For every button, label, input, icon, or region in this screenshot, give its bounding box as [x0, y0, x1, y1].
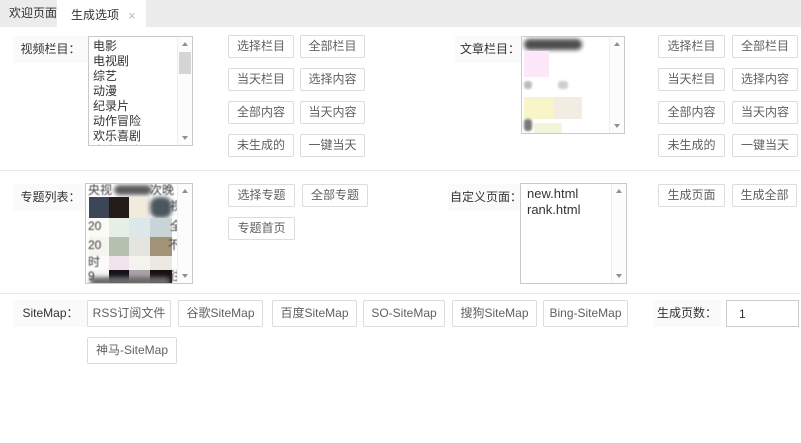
one-click-today-button[interactable]: 一键当天 — [732, 134, 798, 157]
censored-blur — [90, 277, 170, 284]
custom-pages-label: 自定义页面： — [448, 184, 524, 211]
mosaic-tile — [109, 218, 129, 237]
close-tab-icon[interactable]: × — [128, 9, 136, 22]
sitemap-label: SiteMap： — [13, 300, 88, 327]
tab-generate-options[interactable]: 生成选项 × — [57, 0, 146, 30]
mosaic-tile — [150, 197, 172, 218]
so-sitemap-button[interactable]: SO-SiteMap — [363, 300, 445, 327]
scrollbar[interactable] — [609, 37, 624, 133]
generate-page-button[interactable]: 生成页面 — [658, 184, 725, 207]
select-content-button[interactable]: 选择内容 — [732, 68, 798, 91]
ungenerated-button[interactable]: 未生成的 — [658, 134, 725, 157]
shenma-sitemap-button[interactable]: 神马-SiteMap — [87, 337, 177, 364]
select-content-button[interactable]: 选择内容 — [300, 68, 365, 91]
topic-list-label: 专题列表： — [13, 184, 88, 211]
scroll-down-icon[interactable] — [614, 124, 620, 128]
mosaic-tile — [524, 97, 554, 119]
today-content-button[interactable]: 当天内容 — [732, 101, 798, 124]
mosaic-tile — [129, 218, 150, 237]
mosaic-tile — [109, 197, 129, 218]
mosaic-tile — [109, 256, 129, 270]
topic-homepage-button[interactable]: 专题首页 — [228, 217, 295, 240]
mosaic-tile — [109, 237, 129, 256]
scrollbar[interactable] — [611, 184, 626, 283]
censored-text-fragment: 次晚 — [150, 184, 174, 197]
scroll-up-icon[interactable] — [182, 42, 188, 46]
google-sitemap-button[interactable]: 谷歌SiteMap — [178, 300, 263, 327]
generate-all-button[interactable]: 生成全部 — [732, 184, 797, 207]
censored-text-fragment: 时 — [88, 256, 100, 269]
scroll-thumb[interactable] — [179, 52, 191, 74]
rss-feed-button[interactable]: RSS订阅文件 — [87, 300, 171, 327]
tab-bar: 欢迎页面 生成选项 × — [0, 0, 801, 27]
mosaic-tile — [150, 218, 172, 237]
today-columns-button[interactable]: 当天栏目 — [658, 68, 725, 91]
scrollbar[interactable] — [177, 184, 192, 283]
page-count-label: 生成页数： — [653, 300, 721, 327]
scroll-down-icon[interactable] — [616, 274, 622, 278]
mosaic-tile — [534, 123, 562, 133]
video-columns-listbox[interactable]: 电影 电视剧 综艺 动漫 纪录片 动作冒险 欢乐喜剧 青春爱情 — [88, 36, 193, 146]
one-click-today-button[interactable]: 一键当天 — [300, 134, 365, 157]
all-topics-button[interactable]: 全部专题 — [302, 184, 368, 207]
section-divider — [0, 170, 801, 171]
article-columns-label: 文章栏目： — [455, 36, 525, 63]
censored-text-fragment: 9 — [88, 270, 95, 283]
select-columns-button[interactable]: 选择栏目 — [658, 35, 725, 58]
topic-listbox[interactable]: 央视 次晚 视 20 全 20 不， 时 9 往 — [85, 183, 193, 284]
custom-pages-listbox[interactable]: new.html rank.html — [520, 183, 627, 284]
mosaic-tile — [558, 81, 568, 89]
tab-welcome-label: 欢迎页面 — [9, 6, 57, 20]
mosaic-tile — [554, 97, 582, 119]
censored-text-fragment: 20 — [88, 220, 101, 233]
scroll-up-icon[interactable] — [614, 42, 620, 46]
all-columns-button[interactable]: 全部栏目 — [732, 35, 798, 58]
today-columns-button[interactable]: 当天栏目 — [228, 68, 294, 91]
all-columns-button[interactable]: 全部栏目 — [300, 35, 365, 58]
mosaic-tile — [524, 119, 532, 131]
today-content-button[interactable]: 当天内容 — [300, 101, 365, 124]
mosaic-tile — [89, 197, 109, 218]
select-columns-button[interactable]: 选择栏目 — [228, 35, 294, 58]
mosaic-tile — [129, 197, 150, 218]
page-count-input[interactable] — [726, 300, 799, 327]
generate-options-page: 欢迎页面 生成选项 × 视频栏目： 电影 电视剧 综艺 动漫 纪录片 动作冒险 … — [0, 0, 801, 443]
censored-blur — [524, 39, 582, 50]
section-divider — [0, 293, 801, 294]
mosaic-tile — [150, 256, 172, 270]
mosaic-tile — [524, 81, 532, 89]
mosaic-tile — [524, 51, 549, 77]
baidu-sitemap-button[interactable]: 百度SiteMap — [272, 300, 357, 327]
scroll-up-icon[interactable] — [616, 189, 622, 193]
censored-text-fragment: 央视 — [88, 184, 112, 197]
ungenerated-button[interactable]: 未生成的 — [228, 134, 294, 157]
tab-generate-options-label: 生成选项 — [71, 0, 119, 30]
scroll-up-icon[interactable] — [182, 189, 188, 193]
scroll-down-icon[interactable] — [182, 136, 188, 140]
video-columns-label: 视频栏目： — [13, 36, 88, 63]
scrollbar[interactable] — [177, 37, 192, 145]
bing-sitemap-button[interactable]: Bing-SiteMap — [543, 300, 628, 327]
mosaic-tile — [129, 237, 150, 256]
scroll-down-icon[interactable] — [182, 274, 188, 278]
select-topic-button[interactable]: 选择专题 — [228, 184, 295, 207]
all-content-button[interactable]: 全部内容 — [658, 101, 725, 124]
sogou-sitemap-button[interactable]: 搜狗SiteMap — [452, 300, 537, 327]
mosaic-tile — [129, 256, 150, 270]
all-content-button[interactable]: 全部内容 — [228, 101, 294, 124]
article-columns-listbox[interactable] — [521, 36, 625, 134]
censored-text-fragment: 20 — [88, 239, 101, 252]
censored-blur — [114, 185, 152, 195]
